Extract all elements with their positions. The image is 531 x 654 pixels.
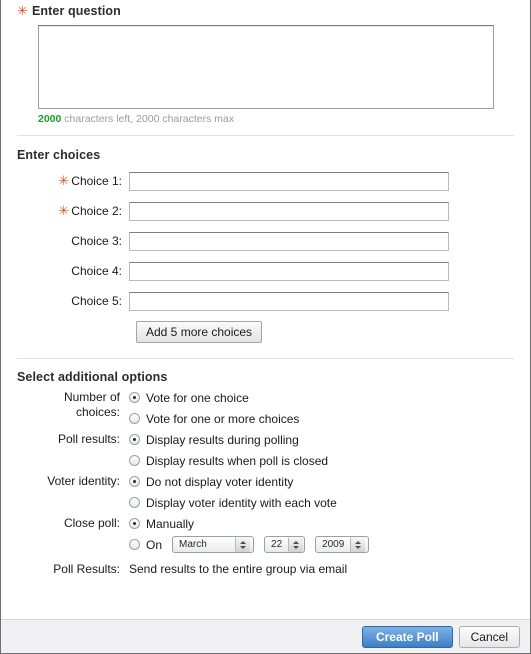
arrow-up-icon [293, 540, 300, 544]
day-value: 22 [271, 539, 283, 550]
choice-row-3: Choice 3: [17, 226, 514, 256]
choice-row-4: Choice 4: [17, 256, 514, 286]
radio-display-during-polling[interactable]: Display results during polling [129, 432, 328, 447]
radio-label: Display results during polling [146, 432, 299, 447]
close-poll-label: Close poll: [63, 516, 120, 530]
choice-row-1: ✳ Choice 1: [17, 166, 514, 196]
on-label: On [146, 537, 163, 552]
choices-section-heading: Enter choices [17, 148, 101, 162]
radio-icon[interactable] [129, 413, 140, 424]
stepper-icon[interactable] [235, 537, 251, 552]
close-poll-radios: Manually On March 22 2009 [129, 516, 370, 553]
radio-close-manually[interactable]: Manually [129, 516, 369, 531]
year-select[interactable]: 2009 [315, 536, 370, 553]
radio-icon[interactable] [129, 455, 140, 466]
voter-identity-label: Voter identity: [47, 474, 120, 488]
question-heading-label: Enter question [32, 4, 121, 18]
radio-hide-voter-identity[interactable]: Do not display voter identity [129, 474, 337, 489]
day-select[interactable]: 22 [264, 536, 306, 553]
poll-results-info-value: Send results to the entire group via ema… [129, 562, 348, 576]
radio-icon[interactable] [129, 539, 140, 550]
number-of-choices-radios: Vote for one choice Vote for one or more… [129, 390, 299, 426]
choice-1-input[interactable] [129, 171, 449, 191]
radio-icon-selected[interactable] [129, 476, 140, 487]
required-asterisk-icon: ✳ [58, 204, 70, 219]
characters-left-count: 2000 [38, 113, 62, 125]
create-poll-page: ✳ Enter question 2000 characters left, 2… [0, 0, 531, 654]
radio-label: Display results when poll is closed [146, 453, 329, 468]
radio-icon-selected[interactable] [129, 434, 140, 445]
radio-icon[interactable] [129, 497, 140, 508]
poll-results-label: Poll results: [57, 432, 120, 446]
radio-label: Display voter identity with each vote [146, 495, 337, 510]
choice-3-input[interactable] [129, 231, 449, 251]
add-more-choices-button[interactable]: Add 5 more choices [136, 321, 263, 343]
choice-3-label: Choice 3: [71, 234, 122, 248]
year-value: 2009 [322, 539, 345, 550]
radio-display-when-closed[interactable]: Display results when poll is closed [129, 453, 328, 468]
choice-5-input[interactable] [129, 291, 449, 311]
month-value: March [179, 539, 207, 550]
required-asterisk-icon: ✳ [17, 3, 28, 19]
footer-bar: Create Poll Cancel [1, 619, 530, 653]
radio-label: Do not display voter identity [146, 474, 294, 489]
radio-vote-one-choice[interactable]: Vote for one choice [129, 390, 299, 405]
choice-5-label: Choice 5: [71, 294, 122, 308]
choice-row-5: Choice 5: [17, 286, 514, 316]
characters-left-text: characters left, 2000 characters max [61, 113, 235, 125]
radio-label: Vote for one choice [146, 390, 249, 405]
choice-1-label-wrap: ✳ Choice 1: [17, 174, 129, 188]
stepper-icon[interactable] [288, 537, 304, 552]
option-group-poll-results: Poll results: Display results during pol… [17, 432, 514, 468]
radio-icon-selected[interactable] [129, 392, 140, 403]
question-input[interactable] [38, 25, 494, 109]
arrow-down-icon [240, 545, 247, 549]
poll-results-radios: Display results during polling Display r… [129, 432, 328, 468]
question-textarea-wrap [17, 18, 514, 109]
create-poll-button[interactable]: Create Poll [361, 625, 453, 648]
choice-4-input[interactable] [129, 261, 449, 281]
options-section-heading: Select additional options [17, 370, 168, 384]
stepper-icon[interactable] [350, 537, 366, 552]
question-section-heading: ✳ Enter question [17, 0, 514, 18]
poll-results-info-row: Poll Results: Send results to the entire… [17, 561, 514, 577]
option-group-voter-identity: Voter identity: Do not display voter ide… [17, 474, 514, 510]
choice-2-input[interactable] [129, 201, 449, 221]
choice-2-label-wrap: ✳ Choice 2: [17, 204, 129, 218]
arrow-down-icon [293, 545, 300, 549]
radio-label: Manually [146, 516, 195, 531]
choice-1-label: Choice 1: [71, 174, 122, 188]
choice-4-label: Choice 4: [71, 264, 122, 278]
poll-results-info-label: Poll Results: [53, 562, 120, 576]
radio-icon-selected[interactable] [129, 518, 140, 529]
radio-show-voter-identity[interactable]: Display voter identity with each vote [129, 495, 337, 510]
arrow-down-icon [355, 545, 362, 549]
cancel-button[interactable]: Cancel [458, 625, 520, 648]
radio-vote-multiple-choices[interactable]: Vote for one or more choices [129, 411, 299, 426]
option-group-number-of-choices: Number of choices: Vote for one choice V… [17, 390, 514, 426]
month-select[interactable]: March [172, 536, 255, 553]
add-choices-row: Add 5 more choices [17, 316, 514, 348]
arrow-up-icon [240, 540, 247, 544]
choice-row-2: ✳ Choice 2: [17, 196, 514, 226]
character-counter: 2000 characters left, 2000 characters ma… [17, 109, 514, 125]
required-asterisk-icon: ✳ [58, 174, 70, 189]
number-of-choices-label: Number of choices: [63, 390, 120, 419]
form-content: ✳ Enter question 2000 characters left, 2… [1, 0, 530, 577]
option-group-close-poll: Close poll: Manually On March 22 2009 [17, 516, 514, 553]
choice-2-label: Choice 2: [71, 204, 122, 218]
arrow-up-icon [355, 540, 362, 544]
radio-close-on-date[interactable]: On March 22 2009 [129, 536, 370, 553]
radio-label: Vote for one or more choices [146, 411, 300, 426]
voter-identity-radios: Do not display voter identity Display vo… [129, 474, 337, 510]
